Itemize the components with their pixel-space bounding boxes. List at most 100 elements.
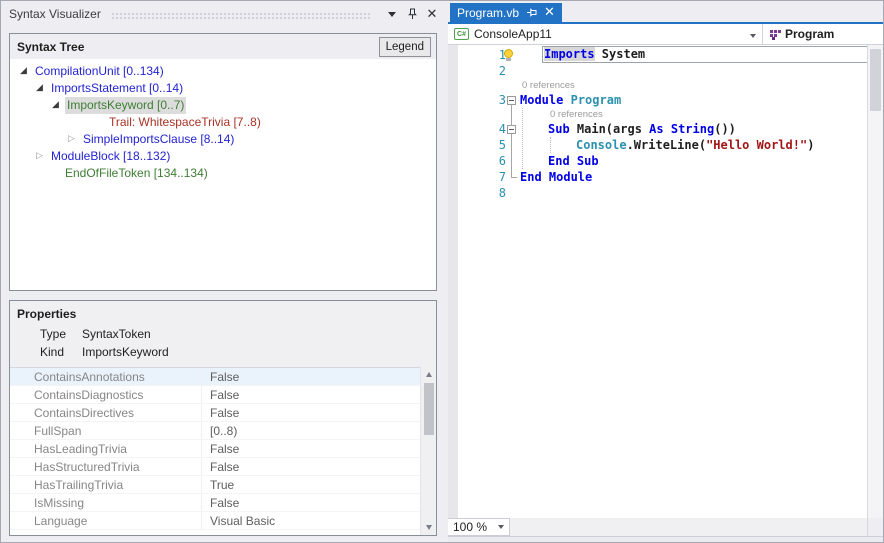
code-token: End Module: [520, 170, 592, 184]
syntax-tree-header: Syntax Tree Legend: [10, 34, 436, 59]
expand-arrow-icon[interactable]: ▷: [68, 131, 81, 148]
collapse-arrow-icon[interactable]: ◢: [36, 80, 49, 97]
member-dropdown[interactable]: Program: [763, 24, 883, 44]
code-token: String: [671, 122, 714, 136]
code-line[interactable]: 5Console.WriteLine("Hello World!"): [448, 137, 869, 153]
code-token: ()): [714, 122, 736, 136]
property-value: False: [202, 406, 239, 420]
code-text: End Sub: [548, 153, 599, 169]
window-position-menu-icon[interactable]: [384, 6, 400, 22]
property-row[interactable]: FullSpan[0..8): [10, 422, 420, 440]
tree-node[interactable]: ▷SimpleImportsClause [8..14): [10, 131, 436, 148]
legend-button[interactable]: Legend: [379, 37, 431, 57]
pin-icon[interactable]: [404, 6, 420, 22]
code-line[interactable]: 7End Module: [448, 169, 869, 185]
property-name: ContainsAnnotations: [10, 368, 202, 385]
tab-close-icon[interactable]: ✕: [544, 6, 555, 19]
code-editor[interactable]: 1Imports System20 references3Module Prog…: [448, 45, 869, 518]
editor-horizontal-scrollbar[interactable]: [510, 518, 867, 536]
property-row[interactable]: ContainsAnnotationsFalse: [10, 368, 420, 386]
type-label: Type: [40, 327, 82, 341]
close-icon[interactable]: ✕: [424, 6, 440, 22]
tree-node[interactable]: ◢ImportsKeyword [0..7): [10, 97, 436, 114]
scroll-up-icon[interactable]: [421, 367, 437, 382]
codelens-references[interactable]: 0 references: [522, 79, 575, 92]
type-value: SyntaxToken: [82, 327, 151, 341]
project-icon: C#: [454, 28, 469, 40]
code-token: [563, 93, 570, 107]
tree-node[interactable]: EndOfFileToken [134..134): [10, 165, 436, 182]
collapse-region-icon[interactable]: [507, 96, 516, 105]
expand-arrow-icon[interactable]: ▷: [36, 148, 49, 165]
code-token: End Sub: [548, 154, 599, 168]
tree-node-label: SimpleImportsClause [8..14): [81, 131, 236, 148]
tool-window-title: Syntax Visualizer: [9, 7, 101, 21]
property-value: False: [202, 388, 239, 402]
codelens-references[interactable]: 0 references: [550, 108, 603, 121]
code-token: Program: [571, 93, 622, 107]
collapse-arrow-icon[interactable]: ◢: [52, 97, 65, 114]
code-line[interactable]: 8: [448, 185, 869, 201]
zoom-value: 100 %: [453, 520, 487, 534]
code-token: Console: [576, 138, 627, 152]
code-line[interactable]: 4Sub Main(args As String()): [448, 121, 869, 137]
code-line[interactable]: 1Imports System: [448, 47, 869, 63]
code-token: ): [807, 138, 814, 152]
property-grid-scrollbar[interactable]: [420, 367, 436, 535]
lightbulb-icon[interactable]: [504, 49, 514, 61]
code-token: Module: [520, 93, 563, 107]
code-text: Sub Main(args As String()): [548, 121, 736, 137]
navigation-bar: C# ConsoleApp11 Program: [448, 24, 883, 45]
property-row[interactable]: HasStructuredTriviaFalse: [10, 458, 420, 476]
property-row[interactable]: IsMissingFalse: [10, 494, 420, 512]
tab-strip: Program.vb ✕: [448, 1, 883, 22]
property-type-row: Type SyntaxToken: [10, 325, 436, 343]
property-row[interactable]: HasTrailingTriviaTrue: [10, 476, 420, 494]
property-row[interactable]: ContainsDirectivesFalse: [10, 404, 420, 422]
project-name: ConsoleApp11: [474, 27, 552, 41]
property-row[interactable]: ContainsDiagnosticsFalse: [10, 386, 420, 404]
code-token: "Hello World!": [706, 138, 807, 152]
tab-pin-icon[interactable]: [526, 7, 537, 18]
member-name: Program: [785, 27, 834, 41]
zoom-dropdown[interactable]: 100 %: [448, 518, 510, 536]
property-name: IsMissing: [10, 494, 202, 511]
code-line[interactable]: 2: [448, 63, 869, 79]
collapse-arrow-icon[interactable]: ◢: [20, 63, 33, 80]
property-kind-row: Kind ImportsKeyword: [10, 343, 436, 361]
scrollbar-thumb[interactable]: [424, 383, 434, 435]
tab-title: Program.vb: [457, 6, 519, 20]
tool-window-titlebar[interactable]: Syntax Visualizer ✕: [1, 1, 448, 27]
scrollbar-thumb[interactable]: [870, 49, 881, 111]
property-row[interactable]: HasLeadingTriviaFalse: [10, 440, 420, 458]
syntax-tree[interactable]: ◢CompilationUnit [0..134)◢ImportsStateme…: [10, 60, 436, 290]
property-name: HasTrailingTrivia: [10, 476, 202, 493]
scroll-down-icon[interactable]: [421, 520, 437, 535]
tab-program-vb[interactable]: Program.vb ✕: [450, 3, 562, 22]
indicator-margin[interactable]: [448, 45, 458, 518]
tree-node-label: Trail: WhitespaceTrivia [7..8): [107, 114, 263, 131]
tree-node[interactable]: ◢CompilationUnit [0..134): [10, 63, 436, 80]
chevron-down-icon: [750, 27, 756, 41]
collapse-region-icon[interactable]: [507, 125, 516, 134]
line-number: 6: [472, 153, 506, 169]
property-value: False: [202, 496, 239, 510]
project-dropdown[interactable]: C# ConsoleApp11: [448, 24, 763, 44]
tree-node-label: ModuleBlock [18..132): [49, 148, 172, 165]
editor-pane: Program.vb ✕ C# ConsoleApp11 Program: [448, 1, 883, 542]
tree-node[interactable]: Trail: WhitespaceTrivia [7..8): [10, 114, 436, 131]
code-line[interactable]: 6 End Sub: [448, 153, 869, 169]
code-token: [664, 122, 671, 136]
code-token: Imports: [544, 47, 595, 61]
code-text: Console.WriteLine("Hello World!"): [576, 137, 814, 153]
code-line[interactable]: 3Module Program: [448, 92, 869, 108]
syntax-tree-title: Syntax Tree: [17, 40, 84, 54]
code-token: .WriteLine(: [627, 138, 706, 152]
tree-node[interactable]: ◢ImportsStatement [0..14): [10, 80, 436, 97]
property-value: False: [202, 370, 239, 384]
property-value: True: [202, 478, 234, 492]
tree-node[interactable]: ▷ModuleBlock [18..132): [10, 148, 436, 165]
editor-vertical-scrollbar[interactable]: [867, 45, 883, 518]
titlebar-grip: [111, 12, 370, 19]
property-row[interactable]: LanguageVisual Basic: [10, 512, 420, 530]
